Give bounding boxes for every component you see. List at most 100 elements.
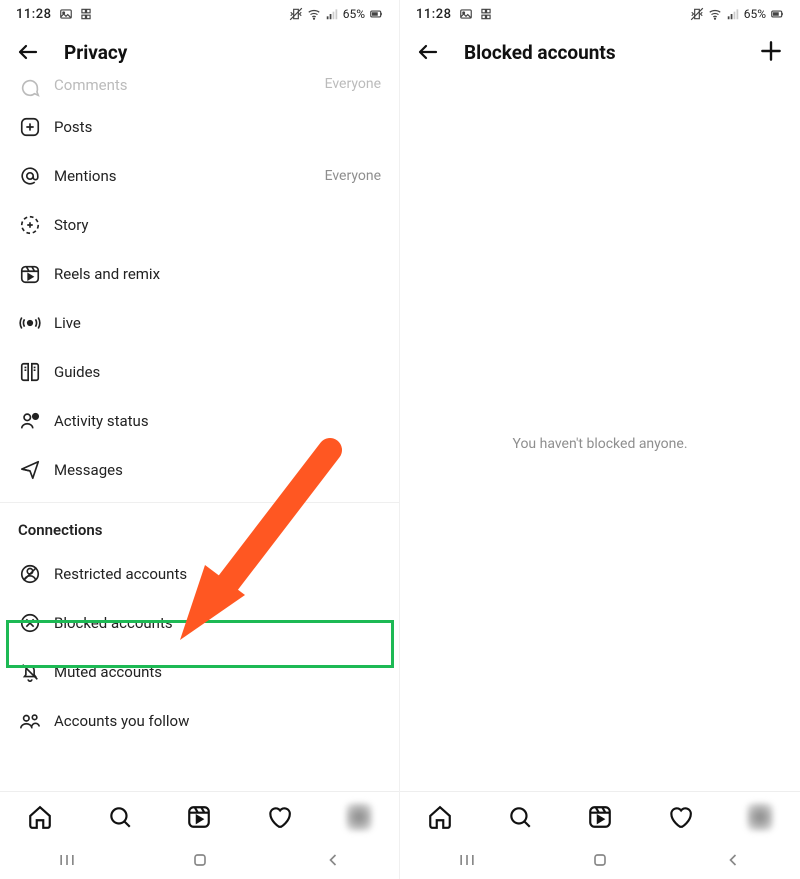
- vibrate-icon: [289, 7, 303, 21]
- status-time: 11:28: [16, 7, 51, 22]
- privacy-screen: 11:28 65% Privacy Comments Everyone P: [0, 0, 400, 879]
- plus-icon: [758, 38, 784, 64]
- nav-home[interactable]: [427, 804, 453, 830]
- row-label: Messages: [54, 461, 123, 479]
- row-comments[interactable]: Comments Everyone: [0, 76, 399, 102]
- image-icon: [459, 7, 473, 21]
- stack-icon: [79, 7, 93, 21]
- recents-icon: [457, 850, 477, 870]
- sys-back-icon: [323, 850, 343, 870]
- status-battery: 65%: [744, 7, 766, 21]
- sys-home[interactable]: [590, 850, 610, 870]
- recents-icon: [57, 850, 77, 870]
- row-messages[interactable]: Messages: [0, 445, 399, 494]
- signal-icon: [325, 7, 339, 21]
- row-reels[interactable]: Reels and remix: [0, 249, 399, 298]
- system-nav: [400, 841, 800, 879]
- row-guides[interactable]: Guides: [0, 347, 399, 396]
- wifi-icon: [307, 7, 321, 21]
- activity-icon: [19, 410, 41, 432]
- row-label: Restricted accounts: [54, 565, 187, 583]
- nav-profile[interactable]: [346, 804, 372, 830]
- send-icon: [19, 459, 41, 481]
- heart-icon: [266, 804, 292, 830]
- nav-home[interactable]: [27, 804, 53, 830]
- sys-back-icon: [723, 850, 743, 870]
- system-nav: [0, 841, 399, 879]
- signal-icon: [726, 7, 740, 21]
- muted-bell-icon: [19, 661, 41, 683]
- row-label: Activity status: [54, 412, 149, 430]
- row-tail: Everyone: [325, 168, 381, 184]
- home-icon: [427, 804, 453, 830]
- row-activity-status[interactable]: Activity status: [0, 396, 399, 445]
- page-title: Privacy: [64, 41, 127, 64]
- back-arrow-icon: [416, 40, 440, 64]
- row-label: Guides: [54, 363, 100, 381]
- row-live[interactable]: Live: [0, 298, 399, 347]
- home-icon: [27, 804, 53, 830]
- reels-nav-icon: [186, 804, 212, 830]
- story-plus-icon: [19, 214, 41, 236]
- row-label: Muted accounts: [54, 663, 162, 681]
- plus-square-icon: [19, 116, 41, 138]
- wifi-icon: [708, 7, 722, 21]
- status-battery: 65%: [343, 7, 365, 21]
- nav-reels[interactable]: [186, 804, 212, 830]
- heart-icon: [667, 804, 693, 830]
- live-icon: [19, 312, 41, 334]
- nav-reels[interactable]: [587, 804, 613, 830]
- search-icon: [107, 804, 133, 830]
- row-label: Reels and remix: [54, 265, 160, 283]
- vibrate-icon: [690, 7, 704, 21]
- empty-state-text: You haven't blocked anyone.: [400, 436, 800, 452]
- status-bar: 11:28 65%: [0, 0, 399, 28]
- sys-back[interactable]: [323, 850, 343, 870]
- nav-activity[interactable]: [266, 804, 292, 830]
- bottom-nav: [0, 791, 399, 841]
- status-right-cluster: 65%: [690, 7, 784, 21]
- people-icon: [19, 710, 41, 732]
- image-icon: [59, 7, 73, 21]
- row-muted[interactable]: Muted accounts: [0, 647, 399, 696]
- app-bar: Blocked accounts: [400, 28, 800, 76]
- reels-icon: [19, 263, 41, 285]
- row-tail: Everyone: [325, 76, 381, 92]
- row-restricted[interactable]: Restricted accounts: [0, 549, 399, 598]
- section-connections: Connections: [0, 503, 399, 549]
- page-title: Blocked accounts: [464, 41, 616, 64]
- add-button[interactable]: [758, 38, 786, 66]
- nav-activity[interactable]: [667, 804, 693, 830]
- search-icon: [507, 804, 533, 830]
- row-label: Story: [54, 216, 89, 234]
- back-arrow-icon: [16, 40, 40, 64]
- row-story[interactable]: Story: [0, 200, 399, 249]
- sys-home[interactable]: [190, 850, 210, 870]
- row-label: Posts: [54, 118, 92, 136]
- nav-search[interactable]: [107, 804, 133, 830]
- sys-home-icon: [190, 850, 210, 870]
- back-button[interactable]: [14, 38, 42, 66]
- reels-nav-icon: [587, 804, 613, 830]
- row-mentions[interactable]: Mentions Everyone: [0, 151, 399, 200]
- sys-recents[interactable]: [457, 850, 477, 870]
- row-label: Comments: [54, 76, 128, 94]
- row-posts[interactable]: Posts: [0, 102, 399, 151]
- avatar-icon: [747, 803, 773, 831]
- nav-search[interactable]: [507, 804, 533, 830]
- avatar-icon: [346, 803, 372, 831]
- status-right-cluster: 65%: [289, 7, 383, 21]
- sys-recents[interactable]: [57, 850, 77, 870]
- sys-back[interactable]: [723, 850, 743, 870]
- nav-profile[interactable]: [747, 804, 773, 830]
- back-button[interactable]: [414, 38, 442, 66]
- row-label: Accounts you follow: [54, 712, 189, 730]
- blocked-icon: [19, 612, 41, 634]
- row-accounts-follow[interactable]: Accounts you follow: [0, 696, 399, 745]
- sys-home-icon: [590, 850, 610, 870]
- battery-icon: [369, 7, 383, 21]
- row-blocked[interactable]: Blocked accounts: [0, 598, 399, 647]
- row-label: Mentions: [54, 167, 116, 185]
- row-label: Blocked accounts: [54, 614, 173, 632]
- row-label: Live: [54, 314, 81, 332]
